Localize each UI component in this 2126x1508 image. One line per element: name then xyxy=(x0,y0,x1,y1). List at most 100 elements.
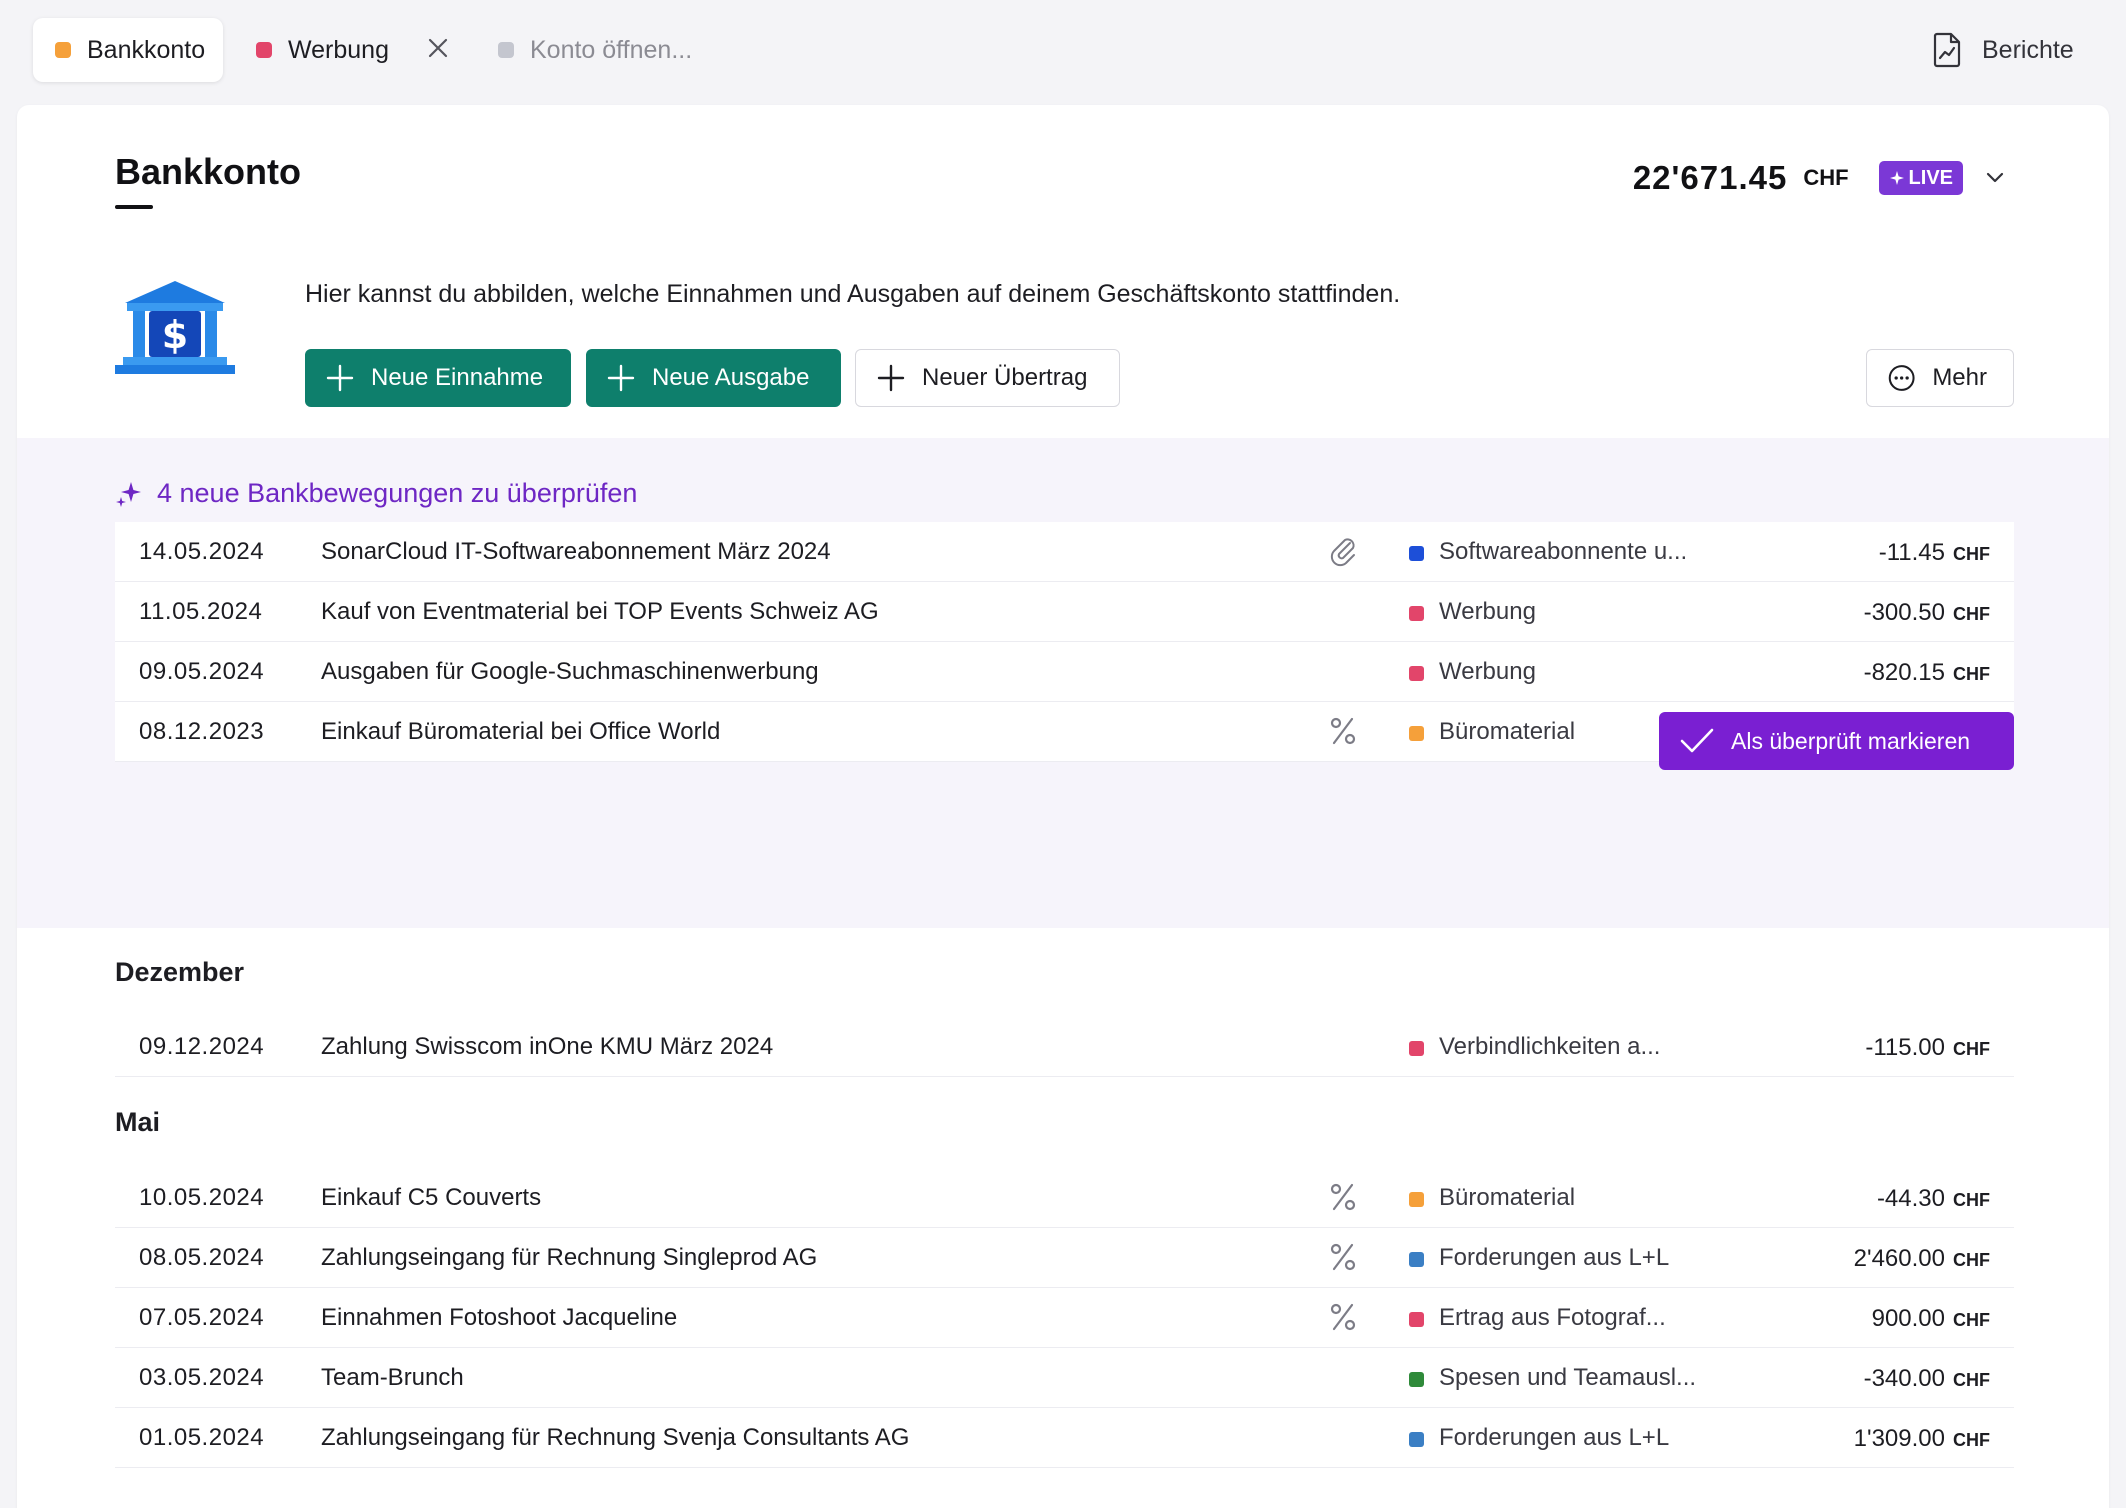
tab-bar: Bankkonto Werbung Konto öffnen... Berich… xyxy=(0,0,2126,102)
row-description: SonarCloud IT-Softwareabonnement März 20… xyxy=(321,538,831,565)
new-expense-button[interactable]: Neue Ausgabe xyxy=(586,349,841,407)
row-description: Ausgaben für Google-Suchmaschinenwerbung xyxy=(321,658,819,685)
amount-currency: CHF xyxy=(1953,1039,1990,1059)
live-badge: LIVE xyxy=(1878,161,1963,195)
row-description: Zahlungseingang für Rechnung Singleprod … xyxy=(321,1244,818,1271)
page-title: Bankkonto xyxy=(115,151,302,192)
row-date: 01.05.2024 xyxy=(139,1424,265,1451)
month-heading: Dezember xyxy=(115,957,245,987)
transaction-row[interactable]: 14.05.2024 SonarCloud IT-Softwareabonneme… xyxy=(115,522,2014,582)
amount-currency: CHF xyxy=(1953,1370,1990,1390)
transaction-row[interactable]: 07.05.2024 Einnahmen Fotoshoot Jacqueline… xyxy=(115,1288,2014,1348)
category-color-dot xyxy=(1409,1192,1424,1207)
row-amount: -44.30 CHF xyxy=(1877,1185,1990,1213)
row-date: 14.05.2024 xyxy=(139,538,265,565)
balance-display: 22'671.45 CHF LIVE xyxy=(1633,153,2009,203)
paperclip-icon[interactable] xyxy=(1328,534,1358,568)
row-date: 08.12.2023 xyxy=(139,718,265,745)
transaction-row[interactable]: 01.05.2024 Zahlungseingang für Rechnung S… xyxy=(115,1408,2014,1468)
tab-bankkonto[interactable]: Bankkonto xyxy=(33,18,223,82)
amount-value: -820.15 xyxy=(1863,659,1945,686)
amount-currency: CHF xyxy=(1953,1250,1990,1270)
category-color-dot xyxy=(1409,546,1424,561)
percent-icon[interactable] xyxy=(1328,1300,1358,1334)
category-color-dot xyxy=(1409,726,1424,741)
reports-label: Berichte xyxy=(1982,35,2074,64)
row-date: 10.05.2024 xyxy=(139,1184,265,1211)
plus-icon xyxy=(607,364,635,392)
transaction-list: 09.12.2024 Zahlung Swisscom inOne KMU Mär… xyxy=(115,1017,2014,1077)
amount-value: -300.50 xyxy=(1863,599,1945,626)
row-date: 09.05.2024 xyxy=(139,658,265,685)
tab-color-dot xyxy=(498,42,514,58)
transaction-row[interactable]: 03.05.2024 Team-Brunch Spesen und Teamausl… xyxy=(115,1348,2014,1408)
mark-reviewed-label: Als überprüft markieren xyxy=(1731,727,1971,754)
percent-icon[interactable] xyxy=(1328,1240,1358,1274)
row-amount: -11.45 CHF xyxy=(1879,539,1990,567)
new-income-button[interactable]: Neue Einnahme xyxy=(305,349,571,407)
page-title-wrap: Bankkonto xyxy=(115,151,301,209)
tab-color-dot xyxy=(55,42,71,58)
transaction-row[interactable]: 09.05.2024 Ausgaben für Google-Suchmaschi… xyxy=(115,642,2014,702)
more-dots-icon xyxy=(1888,365,1915,391)
amount-value: 900.00 xyxy=(1871,1305,1945,1332)
review-heading: 4 neue Bankbewegungen zu überprüfen xyxy=(115,478,637,509)
tab-label: Werbung xyxy=(288,35,389,64)
percent-icon[interactable] xyxy=(1328,1180,1358,1214)
row-category: Spesen und Teamausl... xyxy=(1439,1364,1697,1391)
new-transfer-label: Neuer Übertrag xyxy=(922,364,1088,391)
row-date: 11.05.2024 xyxy=(139,598,263,625)
balance-currency: CHF xyxy=(1803,165,1849,190)
plus-icon xyxy=(326,364,354,392)
category-color-dot xyxy=(1409,606,1424,621)
transaction-row[interactable]: 09.12.2024 Zahlung Swisscom inOne KMU Mär… xyxy=(115,1017,2014,1077)
more-label: Mehr xyxy=(1932,364,1987,391)
balance-amount: 22'671.45 xyxy=(1632,159,1788,196)
row-description: Zahlungseingang für Rechnung Svenja Cons… xyxy=(321,1424,910,1451)
live-label: LIVE xyxy=(1908,166,1953,189)
more-button[interactable]: Mehr xyxy=(1866,349,2014,407)
new-transfer-button[interactable]: Neuer Übertrag xyxy=(855,349,1120,407)
intro-text: Hier kannst du abbilden, welche Einnahme… xyxy=(305,280,1401,308)
reports-button[interactable]: Berichte xyxy=(1932,28,2074,72)
category-color-dot xyxy=(1409,1432,1424,1447)
category-color-dot xyxy=(1409,1041,1424,1056)
account-card: Bankkonto 22'671.45 CHF LIVE $ Hier kann… xyxy=(17,105,2109,1508)
row-category: Ertrag aus Fotograf... xyxy=(1439,1304,1666,1331)
plus-icon xyxy=(877,364,905,392)
row-amount: -115.00 CHF xyxy=(1865,1034,1990,1062)
amount-value: 2'460.00 xyxy=(1853,1245,1945,1272)
row-amount: -340.00 CHF xyxy=(1864,1365,1990,1393)
amount-currency: CHF xyxy=(1953,664,1990,684)
row-amount: -820.15 CHF xyxy=(1864,659,1990,687)
review-section: 4 neue Bankbewegungen zu überprüfen 14.0… xyxy=(17,438,2109,928)
category-color-dot xyxy=(1409,1252,1424,1267)
amount-currency: CHF xyxy=(1953,1190,1990,1210)
bank-building-icon: $ xyxy=(115,281,235,374)
row-description: Team-Brunch xyxy=(321,1364,464,1391)
tab-werbung[interactable]: Werbung xyxy=(256,18,389,82)
row-amount: 1'309.00 CHF xyxy=(1854,1425,1990,1453)
transaction-row[interactable]: 08.05.2024 Zahlungseingang für Rechnung S… xyxy=(115,1228,2014,1288)
row-category: Büromaterial xyxy=(1439,718,1576,745)
row-description: Einnahmen Fotoshoot Jacqueline xyxy=(321,1304,678,1331)
amount-value: -11.45 xyxy=(1878,539,1945,566)
tab-konto-oeffnen[interactable]: Konto öffnen... xyxy=(498,18,692,82)
transaction-row[interactable]: 11.05.2024 Kauf von Eventmaterial bei TOP… xyxy=(115,582,2014,642)
review-heading-text: 4 neue Bankbewegungen zu überprüfen xyxy=(157,478,638,508)
percent-icon[interactable] xyxy=(1328,714,1358,748)
amount-currency: CHF xyxy=(1953,1310,1990,1330)
amount-value: -44.30 xyxy=(1876,1185,1945,1212)
row-amount: -300.50 CHF xyxy=(1864,599,1990,627)
sparkle-icon xyxy=(116,481,141,507)
row-date: 03.05.2024 xyxy=(139,1364,265,1391)
close-icon[interactable] xyxy=(424,34,452,62)
amount-value: 1'309.00 xyxy=(1853,1425,1945,1452)
chevron-down-icon[interactable] xyxy=(1981,164,2009,192)
amount-currency: CHF xyxy=(1953,544,1990,564)
transaction-row[interactable]: 10.05.2024 Einkauf C5 Couverts Büromateria… xyxy=(115,1168,2014,1228)
new-expense-label: Neue Ausgabe xyxy=(652,364,810,391)
mark-reviewed-button[interactable]: Als überprüft markieren xyxy=(1659,712,2014,770)
tab-label: Bankkonto xyxy=(87,35,206,64)
row-amount: 900.00 CHF xyxy=(1872,1305,1990,1333)
